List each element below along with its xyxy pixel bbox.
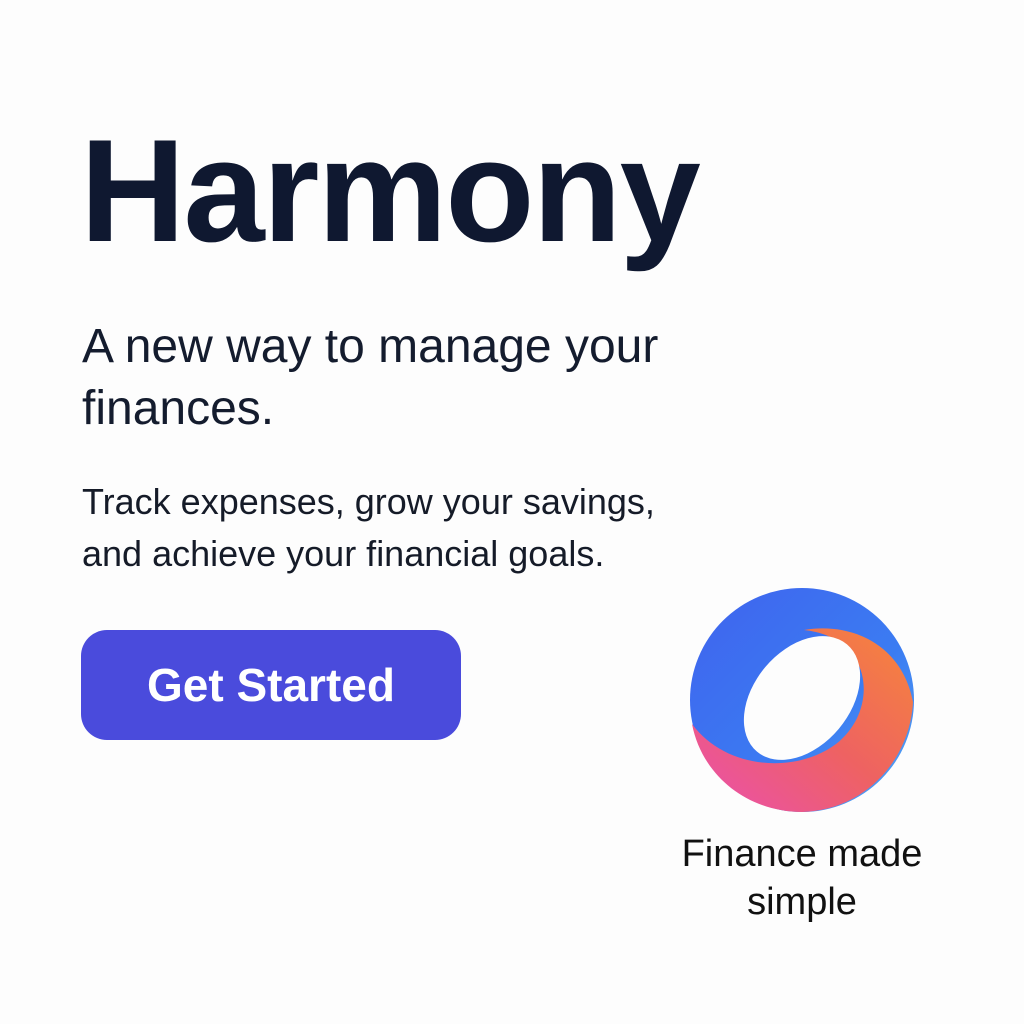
ring-logo-icon: [690, 588, 914, 812]
get-started-button[interactable]: Get Started: [81, 630, 461, 740]
headline: A new way to manage your finances.: [82, 320, 659, 435]
landing-page: Harmony A new way to manage your finance…: [0, 0, 1024, 1024]
tagline: Finance made simple: [681, 833, 923, 923]
brand-title: Harmony: [80, 109, 701, 272]
description: Track expenses, grow your savings, and a…: [82, 481, 655, 574]
